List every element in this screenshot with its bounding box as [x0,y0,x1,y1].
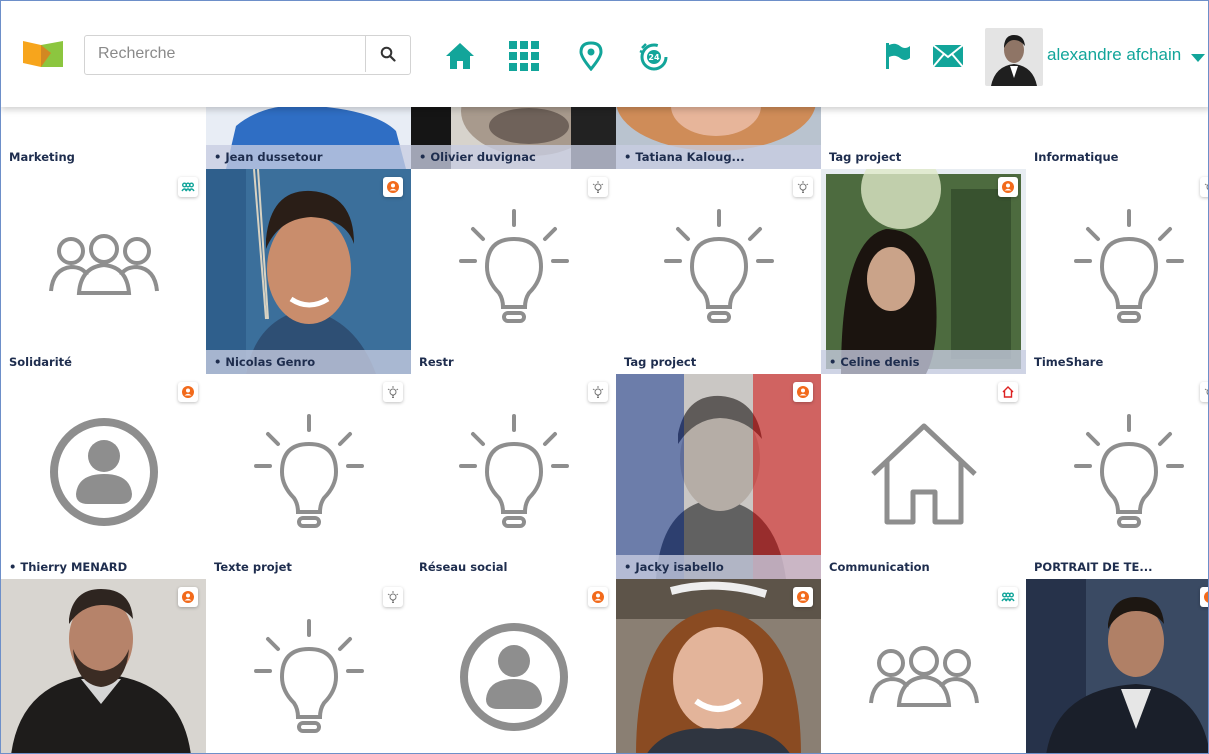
tile-place[interactable]: Communication [821,374,1026,579]
profile-photo [616,579,821,753]
bulb-badge-icon [383,587,403,607]
person-badge-icon [178,587,198,607]
location-nav-button[interactable] [574,39,608,73]
lightbulb-icon [254,619,364,733]
tile-label: • Celine denis [821,350,1026,374]
home-badge-icon [998,382,1018,402]
tile-group[interactable] [821,579,1026,753]
profile-photo [1026,579,1208,753]
person-badge-icon [793,382,813,402]
lightbulb-icon [664,209,774,323]
tile-label: Communication [829,560,930,574]
person-badge-icon [178,382,198,402]
tile-label: Restr [419,355,454,369]
group-icon [49,234,159,295]
group-badge-icon [998,587,1018,607]
user-avatar[interactable] [985,28,1043,86]
person-badge-icon [998,177,1018,197]
search-button[interactable] [365,36,410,72]
tile-label: Tag project [829,150,902,164]
profile-photo [616,374,821,579]
tile-project[interactable]: Texte projet [206,374,411,579]
tile-project[interactable]: Tag project [616,169,821,374]
24h-icon: 24 [639,43,668,71]
tile-project[interactable]: TimeShare [1026,169,1208,374]
avatar-image [985,28,1043,86]
flag-nav-button[interactable] [881,39,915,73]
bulb-badge-icon [383,382,403,402]
lightbulb-icon [254,414,364,528]
tile-person[interactable] [1026,579,1208,753]
tile-project[interactable]: Restr [411,169,616,374]
apps-nav-button[interactable] [507,39,541,73]
mail-nav-button[interactable] [931,39,965,73]
tile-project[interactable]: PORTRAIT DE TE... [1026,374,1208,579]
svg-text:24: 24 [648,53,660,62]
person-badge-icon [588,587,608,607]
tile-project[interactable]: Réseau social [411,374,616,579]
person-badge-icon [1200,587,1208,607]
apps-grid-icon [509,41,539,71]
user-placeholder-icon [460,623,568,731]
tile-label: Texte projet [214,560,292,574]
tile-label: • Nicolas Genro [206,350,411,374]
group-badge-icon [178,177,198,197]
app-frame: • Jean dussetour • Olivier duvignac • Ta… [0,0,1209,754]
house-icon [871,423,977,525]
content-grid: • Jean dussetour • Olivier duvignac • Ta… [1,1,1208,753]
search-input[interactable] [85,36,368,72]
tile-person[interactable] [1,579,206,753]
tile-person[interactable]: • Nicolas Genro [206,169,411,374]
tile-label: TimeShare [1034,355,1104,369]
search-icon [380,46,396,62]
tile-group[interactable]: Solidarité [1,169,206,374]
bulb-badge-icon [1200,177,1208,197]
profile-photo [1,579,206,753]
tile-label: • Jacky isabello [616,555,821,579]
bulb-badge-icon [588,177,608,197]
tile-label: Réseau social [419,560,508,574]
home-icon [446,43,474,69]
search-box [84,35,411,75]
bulb-badge-icon [588,382,608,402]
lightbulb-icon [1074,209,1184,323]
tile-label: Solidarité [9,355,72,369]
tile-label: • Thierry MENARD [9,560,128,574]
profile-photo [821,169,1026,374]
lightbulb-icon [459,209,569,323]
tile-label: Informatique [1034,150,1119,164]
app-logo[interactable] [21,37,65,73]
tile-label: PORTRAIT DE TE... [1034,560,1153,574]
flag-icon [886,43,910,69]
bulb-badge-icon [1200,382,1208,402]
home-nav-button[interactable] [443,39,477,73]
profile-photo [206,169,411,374]
tile-label: • Tatiana Kaloug... [616,145,821,169]
bulb-badge-icon [793,177,813,197]
tile-person[interactable] [616,579,821,753]
lightbulb-icon [1074,414,1184,528]
person-badge-icon [383,177,403,197]
tile-label: Marketing [9,150,75,164]
24h-nav-button[interactable]: 24 [637,39,671,73]
tile-label: • Jean dussetour [206,145,411,169]
tile-person[interactable] [411,579,616,753]
tile-label: • Olivier duvignac [411,145,616,169]
tile-person[interactable]: • Thierry MENARD [1,374,206,579]
top-navbar: 24 alexandre afchain [1,1,1208,107]
lightbulb-icon [459,414,569,528]
tile-label: Tag project [624,355,697,369]
person-badge-icon [793,587,813,607]
chevron-down-icon[interactable] [1190,53,1206,63]
tile-person[interactable]: • Jacky isabello [616,374,821,579]
group-icon [869,646,979,707]
location-pin-icon [579,41,603,71]
user-name[interactable]: alexandre afchain [1047,45,1181,65]
mail-icon [932,44,964,68]
tile-person[interactable]: • Celine denis [821,169,1026,374]
user-placeholder-icon [50,418,158,526]
tile-project[interactable] [206,579,411,753]
